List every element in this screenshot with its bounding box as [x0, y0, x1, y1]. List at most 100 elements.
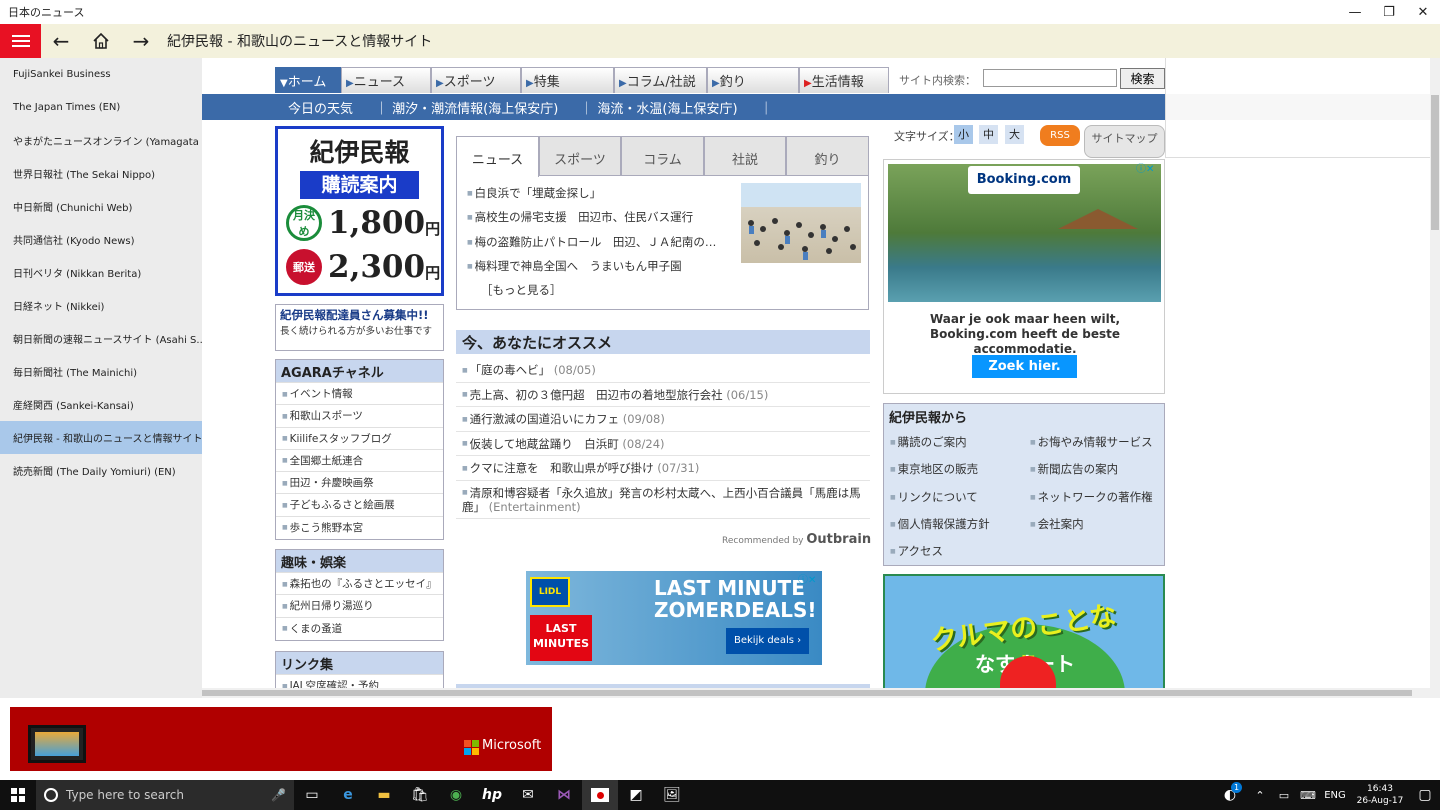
sidebar-item[interactable]: 世界日報社 (The Sekai Nippo)	[0, 157, 202, 190]
site-tab-life[interactable]: ▶生活情報	[799, 67, 889, 93]
kii-link[interactable]: 購読のご案内	[890, 434, 967, 450]
store-icon[interactable]: 🛍	[402, 780, 438, 810]
sidebar-item[interactable]: FujiSankei Business	[0, 58, 202, 91]
site-tab-features[interactable]: ▶特集	[521, 67, 614, 93]
mail-icon[interactable]: ✉	[510, 780, 546, 810]
site-tab-news[interactable]: ▶ニュース	[341, 67, 431, 93]
keyboard-icon[interactable]: ⌨	[1296, 780, 1320, 810]
news-more-link[interactable]: ［もっと見る］	[467, 282, 868, 298]
edge-icon[interactable]: e	[330, 780, 366, 810]
sidebar-item[interactable]: The Japan Times (EN)	[0, 91, 202, 124]
kii-link[interactable]: アクセス	[890, 543, 943, 559]
microsoft-banner-ad[interactable]: Microsoft	[10, 707, 552, 771]
agara-link[interactable]: 歩こう熊野本宮	[276, 515, 443, 538]
sidebar-item[interactable]: 日経ネット (Nikkei)	[0, 289, 202, 322]
hobby-link[interactable]: くまの蚤道	[276, 616, 443, 639]
news-item[interactable]: 梅料理で神島全国へ うまいもん甲子園	[467, 258, 737, 282]
vertical-scrollbar-thumb[interactable]	[1431, 95, 1439, 230]
sidebar-item[interactable]: 読売新聞 (The Daily Yomiuri) (EN)	[0, 454, 202, 487]
photos-icon[interactable]: 🖼	[654, 780, 690, 810]
hobby-link[interactable]: 紀州日帰り湯巡り	[276, 594, 443, 616]
news-tab-column[interactable]: コラム	[621, 136, 704, 176]
recommend-item[interactable]: 清原和博容疑者「永久追放」発言の杉村太蔵へ、上西小百合議員「馬鹿は馬鹿」 (En…	[456, 481, 870, 519]
recommend-item[interactable]: クマに注意を 和歌山県が呼び掛け (07/31)	[456, 456, 870, 481]
kii-link[interactable]: 東京地区の販売	[890, 461, 979, 477]
recommend-item[interactable]: 「庭の毒ヘビ」 (08/05)	[456, 358, 870, 383]
site-search-input[interactable]	[983, 69, 1117, 87]
kii-link[interactable]: お悔やみ情報サービス	[1030, 434, 1153, 450]
news-tab-sports[interactable]: スポーツ	[539, 136, 621, 176]
sidebar-item[interactable]: 朝日新聞の速報ニュースサイト (Asahi S...)	[0, 322, 202, 355]
hp-icon[interactable]: hp	[474, 780, 510, 810]
subscription-promo[interactable]: 紀伊民報 購読案内 月決め 1,800 円 郵送 2,300 円	[275, 126, 444, 296]
news-tab-fishing[interactable]: 釣り	[786, 136, 869, 176]
agara-link[interactable]: 和歌山スポーツ	[276, 404, 443, 426]
hamburger-menu-button[interactable]	[0, 24, 41, 58]
chrome-icon[interactable]: ◉	[438, 780, 474, 810]
site-tab-columns[interactable]: ▶コラム/社説	[614, 67, 707, 93]
recruit-box[interactable]: 紀伊民報配達員さん募集中!! 長く続けられる方が多いお仕事です	[275, 304, 444, 351]
action-center-icon[interactable]: ▢	[1410, 780, 1440, 810]
sidebar-item-selected[interactable]: 紀伊民報 - 和歌山のニュースと情報サイト	[0, 421, 202, 454]
site-tab-home[interactable]: ▼ホーム	[275, 67, 341, 93]
agara-link[interactable]: イベント情報	[276, 382, 443, 404]
site-tab-sports[interactable]: ▶スポーツ	[431, 67, 521, 93]
clock[interactable]: 16:43 26-Aug-17	[1350, 783, 1410, 807]
sidebar-item[interactable]: 中日新聞 (Chunichi Web)	[0, 190, 202, 223]
font-size-large-button[interactable]: 大	[1005, 125, 1024, 144]
kii-link[interactable]: リンクについて	[890, 489, 978, 505]
taskbar-search-box[interactable]: Type here to search 🎤	[36, 780, 294, 810]
sidebar-item[interactable]: 産経関西 (Sankei-Kansai)	[0, 388, 202, 421]
font-size-mid-button[interactable]: 中	[979, 125, 998, 144]
sidebar-item[interactable]: やまがたニュースオンライン (Yamagata S...)	[0, 124, 202, 157]
kii-link[interactable]: 会社案内	[1030, 516, 1084, 532]
news-tab-editorial[interactable]: 社説	[704, 136, 786, 176]
sidebar-item[interactable]: 毎日新聞社 (The Mainichi)	[0, 355, 202, 388]
lidl-ad[interactable]: LIDL LAST MINUTES LAST MINUTE ZOMERDEALS! …	[526, 571, 822, 665]
rss-button[interactable]: RSS	[1040, 125, 1080, 146]
restore-icon[interactable]: ❐	[1372, 0, 1406, 24]
forward-button[interactable]: →	[121, 24, 161, 58]
kii-link[interactable]: 新聞広告の案内	[1030, 461, 1119, 477]
japan-news-app-icon[interactable]	[582, 780, 618, 810]
minimize-icon[interactable]: —	[1338, 0, 1372, 24]
booking-cta-button[interactable]: Zoek hier.	[972, 355, 1077, 378]
subnav-tide-link[interactable]: ｜ 潮汐・潮流情報(海上保安庁)	[375, 98, 558, 117]
ad-choices-icon[interactable]: ⓘ✕	[1136, 160, 1154, 175]
news-item[interactable]: 高校生の帰宅支援 田辺市、住民バス運行	[467, 209, 737, 233]
kii-link[interactable]: ネットワークの著作権	[1030, 489, 1153, 505]
subnav-current-link[interactable]: ｜ 海流・水温(海上保安庁)	[580, 98, 737, 117]
agara-link[interactable]: 全国郷土紙連合	[276, 448, 443, 471]
battery-icon[interactable]: ▭	[1272, 780, 1296, 810]
booking-ad[interactable]: Booking.com ⓘ✕ Waar je ook maar heen wil…	[883, 159, 1165, 394]
close-icon[interactable]: ✕	[1406, 0, 1440, 24]
notification-app-icon[interactable]: ◐ 1	[1212, 780, 1248, 810]
horizontal-scrollbar-thumb[interactable]	[202, 690, 1412, 696]
file-explorer-icon[interactable]: ▬	[366, 780, 402, 810]
font-size-small-button[interactable]: 小	[954, 125, 973, 144]
outbrain-credit[interactable]: Recommended by Outbrain	[722, 532, 871, 547]
chevron-up-icon[interactable]: ⌃	[1248, 780, 1272, 810]
news-item[interactable]: 白良浜で「埋蔵金探し」	[467, 185, 737, 209]
language-indicator[interactable]: ENG	[1320, 780, 1350, 810]
subnav-weather-link[interactable]: 今日の天気	[288, 98, 353, 117]
home-button[interactable]	[81, 24, 121, 58]
recommend-item[interactable]: 売上高、初の３億円超 田辺市の着地型旅行会社 (06/15)	[456, 383, 870, 407]
agara-link[interactable]: 子どもふるさと絵画展	[276, 493, 443, 515]
agara-link[interactable]: Kiilifeスタッフブログ	[276, 426, 443, 449]
hobby-link[interactable]: 森拓也の『ふるさとエッセイ』	[276, 572, 443, 594]
sidebar-item[interactable]: 日刊ベリタ (Nikkan Berita)	[0, 256, 202, 289]
site-search-button[interactable]: 検索	[1120, 68, 1165, 89]
agara-link[interactable]: 田辺・弁慶映画祭	[276, 471, 443, 493]
recommend-item[interactable]: 仮装して地蔵盆踊り 白浜町 (08/24)	[456, 432, 870, 456]
lidl-cta-button[interactable]: Bekijk deals ›	[726, 628, 810, 654]
news-tab-news[interactable]: ニュース	[456, 136, 539, 177]
ad-choices-icon[interactable]: ⓘ✕	[798, 571, 816, 586]
recommend-item[interactable]: 通行激減の国道沿いにカフェ (09/08)	[456, 407, 870, 432]
sitemap-button[interactable]: サイトマップ	[1084, 125, 1165, 158]
site-tab-fishing[interactable]: ▶釣り	[707, 67, 799, 93]
start-button[interactable]	[0, 780, 36, 810]
sidebar-item[interactable]: 共同通信社 (Kyodo News)	[0, 223, 202, 256]
visual-studio-icon[interactable]: ⋈	[546, 780, 582, 810]
kii-link[interactable]: 個人情報保護方針	[890, 516, 990, 532]
